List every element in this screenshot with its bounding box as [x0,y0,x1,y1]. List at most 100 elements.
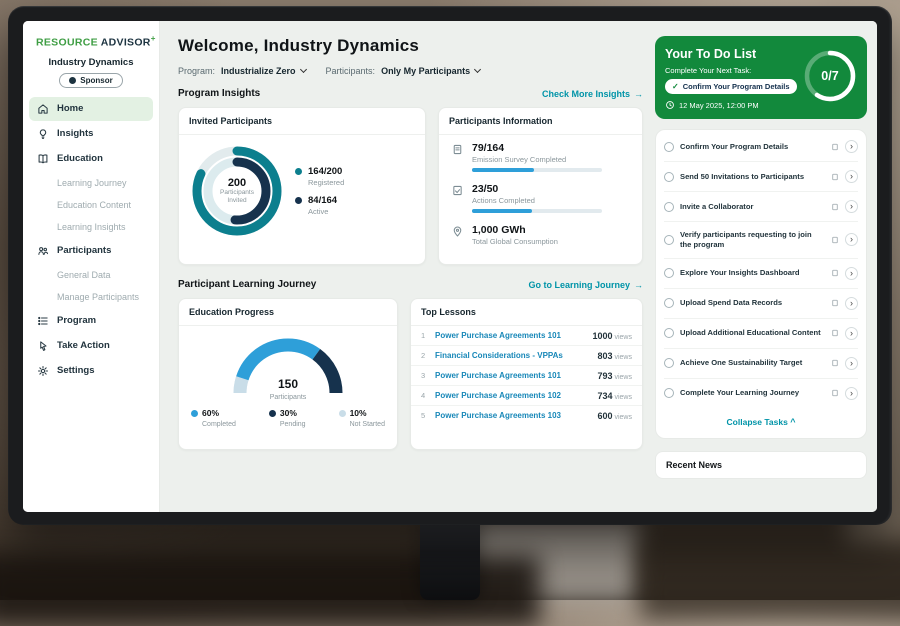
sidebar-item-participants[interactable]: Participants [29,239,153,263]
learning-journey-header: Participant Learning Journey Go to Learn… [178,279,643,290]
survey-icon [451,143,464,156]
go-to-learning-journey-link[interactable]: Go to Learning Journey → [528,280,643,290]
lesson-row: 1 Power Purchase Agreements 101 1000view… [411,326,642,346]
monitor-bezel: RESOURCE ADVISOR+ Industry Dynamics Spon… [8,6,892,525]
chevron-right-icon[interactable]: › [845,140,858,153]
task-checkbox[interactable] [664,388,674,398]
arrow-right-icon: → [634,280,643,290]
lesson-link[interactable]: Power Purchase Agreements 102 [435,391,591,400]
todo-task[interactable]: Confirm Your Program Details › [664,132,858,162]
task-checkbox[interactable] [664,235,674,245]
task-checkbox[interactable] [664,142,674,152]
check-icon: ✓ [672,82,679,91]
task-checkbox[interactable] [664,328,674,338]
logo-resource: RESOURCE [36,37,98,49]
sidebar-item-take-action[interactable]: Take Action [29,334,153,358]
task-doc-icon [831,203,839,211]
todo-task[interactable]: Send 50 Invitations to Participants › [664,162,858,192]
task-checkbox[interactable] [664,298,674,308]
todo-task[interactable]: Verify participants requesting to join t… [664,222,858,259]
task-doc-icon [831,359,839,367]
chevron-right-icon[interactable]: › [845,200,858,213]
participants-filter-dropdown[interactable]: Only My Participants [381,66,480,76]
task-checkbox[interactable] [664,358,674,368]
sidebar-item-learning-insights[interactable]: Learning Insights [23,216,159,238]
sidebar: RESOURCE ADVISOR+ Industry Dynamics Spon… [23,21,160,512]
task-doc-icon [831,389,839,397]
todo-task[interactable]: Upload Spend Data Records › [664,289,858,319]
lightbulb-icon [37,128,49,140]
task-doc-icon [831,299,839,307]
cursor-icon [37,340,49,352]
task-checkbox[interactable] [664,202,674,212]
sidebar-item-settings[interactable]: Settings [29,359,153,383]
check-more-insights-link[interactable]: Check More Insights → [542,89,643,99]
progress-fill [472,168,534,172]
lesson-link[interactable]: Financial Considerations - VPPAs [435,351,591,360]
invited-participants-card: Invited Participants 200 Partic [178,107,426,265]
chevron-right-icon[interactable]: › [845,170,858,183]
chevron-right-icon[interactable]: › [845,297,858,310]
task-doc-icon [831,173,839,181]
todo-task[interactable]: Complete Your Learning Journey › [664,379,858,408]
lesson-link[interactable]: Power Purchase Agreements 103 [435,411,591,420]
donut-center-value: 200 [228,177,246,189]
chevron-down-icon [299,66,306,73]
lesson-link[interactable]: Power Purchase Agreements 101 [435,371,591,380]
location-pin-icon [451,225,464,238]
screen: RESOURCE ADVISOR+ Industry Dynamics Spon… [23,21,877,512]
todo-task[interactable]: Invite a Collaborator › [664,192,858,222]
recent-news-card[interactable]: Recent News [655,451,867,479]
sidebar-item-manage-participants[interactable]: Manage Participants [23,286,159,308]
task-doc-icon [831,143,839,151]
org-name: Industry Dynamics [23,57,159,68]
task-checkbox[interactable] [664,268,674,278]
legend-item-pending: 30%Pending [269,408,306,428]
sidebar-item-learning-journey[interactable]: Learning Journey [23,172,159,194]
sidebar-item-education-content[interactable]: Education Content [23,194,159,216]
clock-icon [665,100,675,110]
collapse-tasks-button[interactable]: Collapse Tasks ^ [664,408,858,436]
sidebar-item-education[interactable]: Education [29,147,153,171]
education-progress-card: Education Progress 150 Participants [178,298,398,450]
stat-actions-completed: 23/50 Actions Completed [439,176,642,217]
progress-fill [472,209,532,213]
participants-information-card: Participants Information 79/164 Emission… [438,107,643,265]
lesson-row: 3 Power Purchase Agreements 101 793views [411,366,642,386]
chevron-right-icon[interactable]: › [845,357,858,370]
stat-emission-survey: 79/164 Emission Survey Completed [439,135,642,176]
participants-filter-label: Participants: [326,66,376,76]
education-gauge-chart: 150 Participants [226,333,350,401]
stat-global-consumption: 1,000 GWh Total Global Consumption [439,217,642,250]
gear-icon [37,365,49,377]
todo-task[interactable]: Achieve One Sustainability Target › [664,349,858,379]
todo-task[interactable]: Upload Additional Educational Content › [664,319,858,349]
filters-row: Program: Industrialize Zero Participants… [178,66,643,76]
chevron-right-icon[interactable]: › [845,327,858,340]
sidebar-item-insights[interactable]: Insights [29,122,153,146]
chevron-right-icon[interactable]: › [845,387,858,400]
invited-legend: 164/200 Registered 84/164 Active [295,158,344,224]
task-checkbox[interactable] [664,172,674,182]
lesson-link[interactable]: Power Purchase Agreements 101 [435,331,586,340]
list-icon [37,315,49,327]
people-icon [37,245,49,257]
sidebar-item-program[interactable]: Program [29,309,153,333]
gauge-center-value: 150 [226,377,350,391]
monitor-stand [420,520,480,600]
todo-task[interactable]: Explore Your Insights Dashboard › [664,259,858,289]
next-task-pill[interactable]: ✓ Confirm Your Program Details [665,79,797,94]
nav-label: Program [57,315,96,326]
program-filter-label: Program: [178,66,215,76]
main-column: Welcome, Industry Dynamics Program: Indu… [160,21,655,512]
sidebar-item-home[interactable]: Home [29,97,153,121]
program-filter-dropdown[interactable]: Industrialize Zero [221,66,306,76]
sidebar-item-general-data[interactable]: General Data [23,264,159,286]
chevron-right-icon[interactable]: › [845,267,858,280]
card-title: Participants Information [439,108,642,135]
todo-progress-ring: 0/7 [803,49,857,103]
card-title: Education Progress [179,299,397,326]
gauge-center-label: Participants [270,394,307,401]
education-legend: 60%Completed 30%Pending 10%Not Started [179,401,397,428]
chevron-right-icon[interactable]: › [845,233,858,246]
